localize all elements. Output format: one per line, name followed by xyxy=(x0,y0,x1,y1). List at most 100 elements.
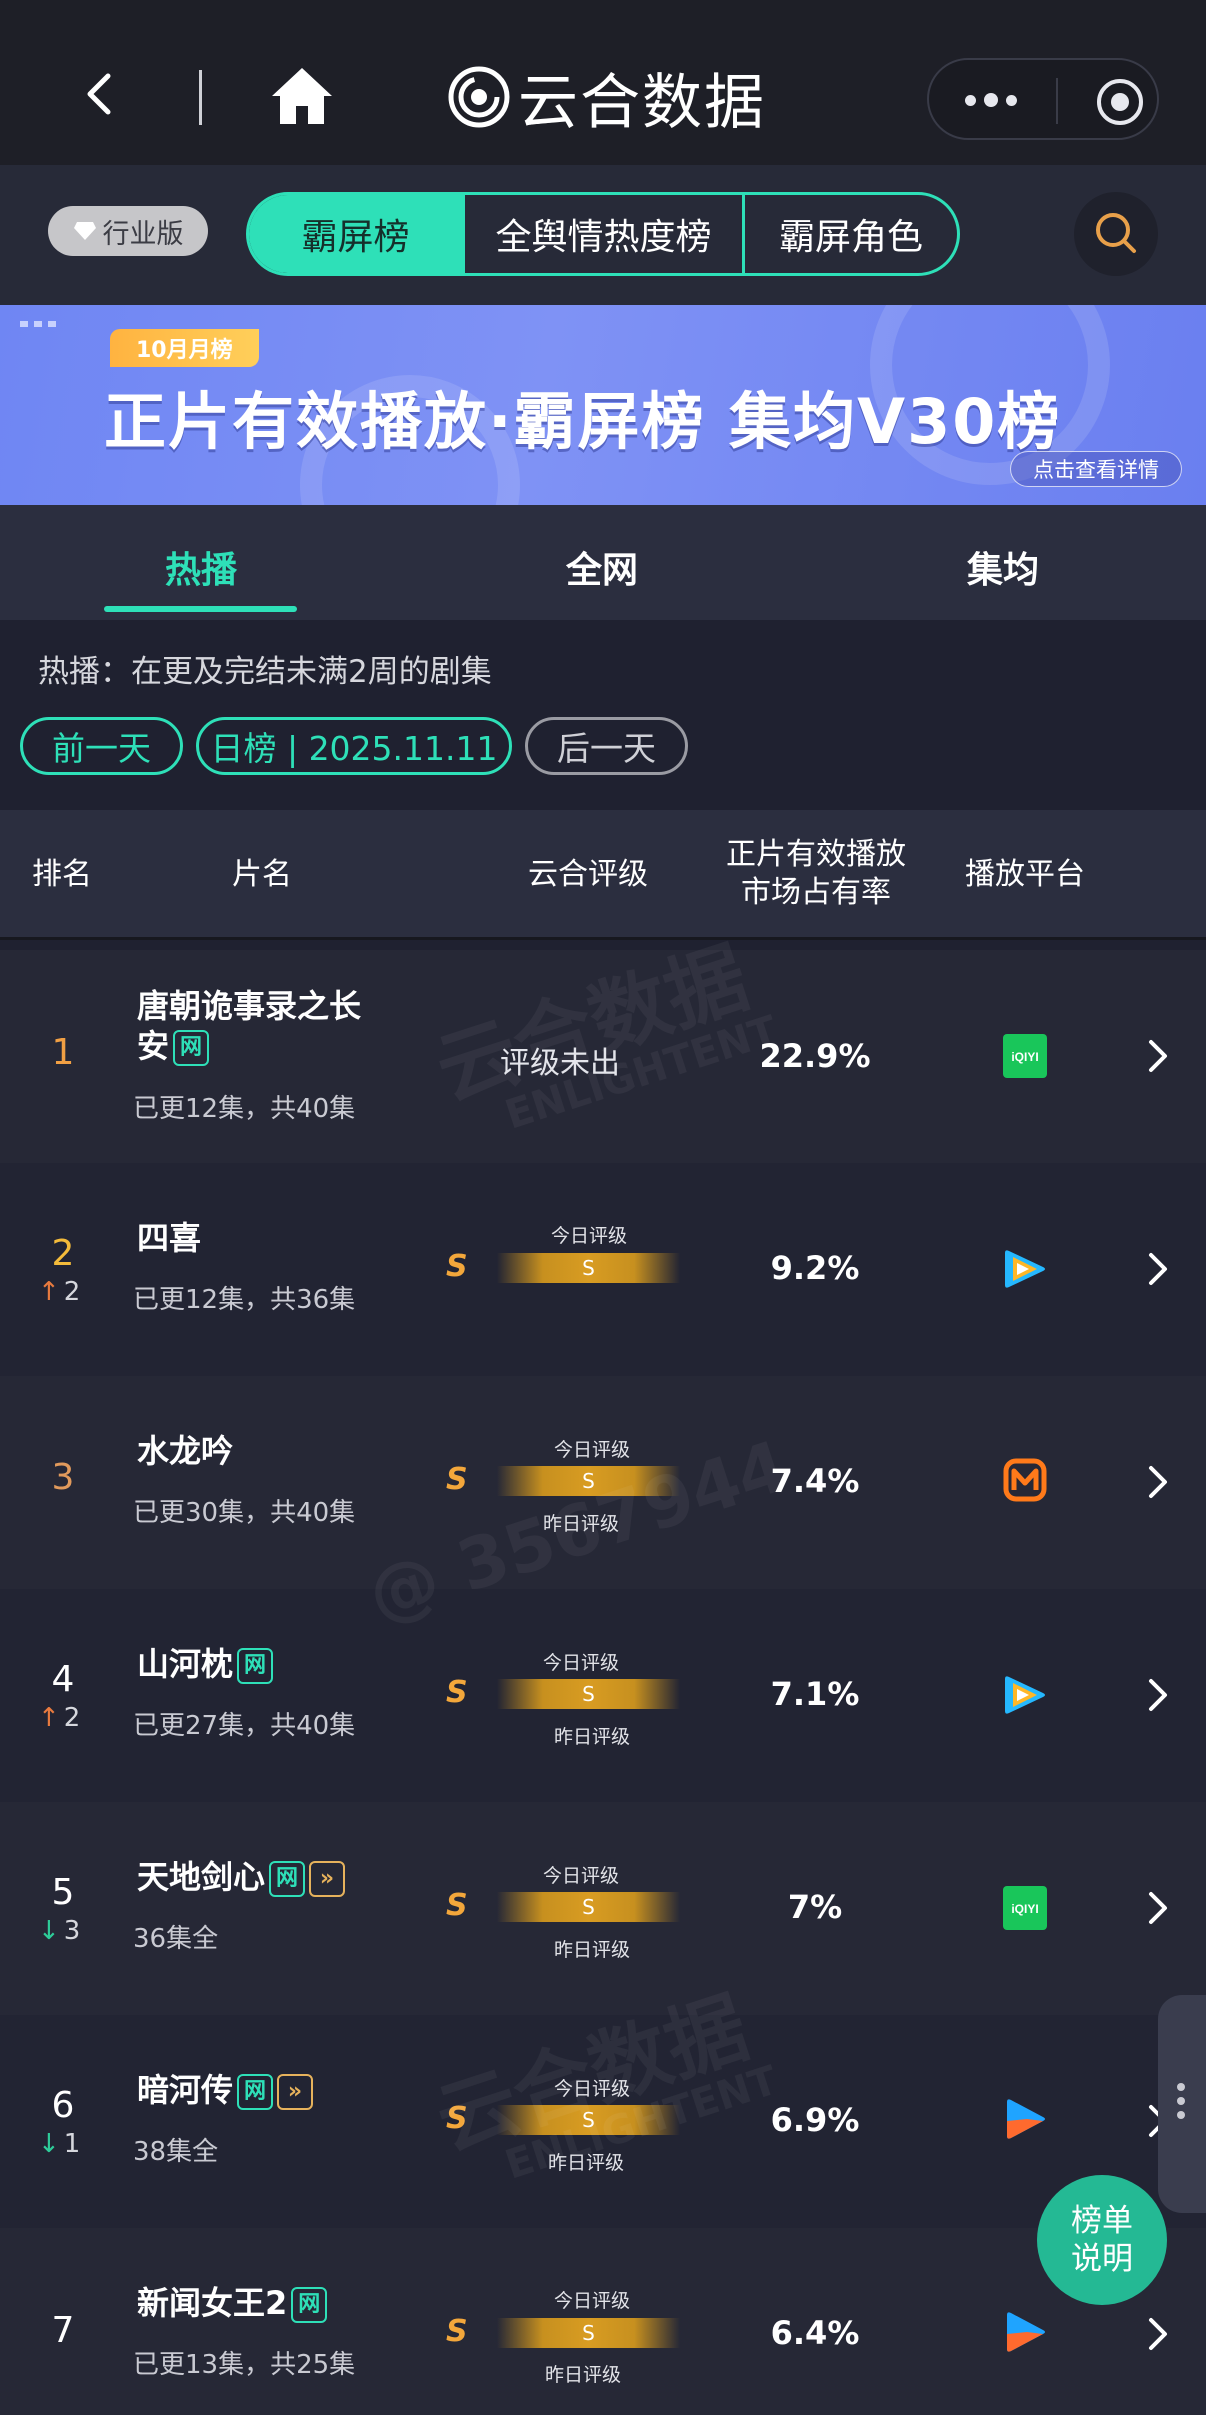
rating-bar: S xyxy=(497,1892,680,1922)
show-title-text: 暗河传 xyxy=(137,2071,234,2109)
app-brand: 云合数据 xyxy=(448,62,766,138)
table-row[interactable]: 7 新闻女王2 网 已更13集，共25集 S 今日评级 S 昨日评级 6.4% xyxy=(0,2228,1206,2415)
header-share-line2: 市场占有率 xyxy=(741,875,891,910)
segment-baping-role[interactable]: 霸屏角色 xyxy=(745,195,957,273)
rating-grade: S xyxy=(446,2314,468,2349)
chevron-right-icon[interactable] xyxy=(1147,1677,1169,1713)
fab-line1: 榜单 xyxy=(1071,2203,1133,2239)
market-share: 6.4% xyxy=(770,2314,860,2352)
table-row[interactable]: 5 ↓ 3 天地剑心网» 36集全 S 今日评级 S 昨日评级 7% iQIYI xyxy=(0,1802,1206,2015)
app-name: 云合数据 xyxy=(518,67,766,138)
fast-forward-icon: » xyxy=(309,1861,346,1897)
rank-trend: ↑ 2 xyxy=(38,1277,80,1307)
table-row[interactable]: 2 ↑ 2 四喜 已更12集，共36集 S 今日评级 S 9.2% xyxy=(0,1163,1206,1376)
today-rating-label: 今日评级 xyxy=(553,1439,630,1461)
chevron-left-icon[interactable] xyxy=(78,70,126,118)
show-title: 天地剑心网» xyxy=(137,1857,346,1897)
show-title: 山河枕网 xyxy=(137,1644,274,1684)
table-row[interactable]: 1 唐朝诡事录之长 安网 已更12集，共40集 评级未出 22.9% iQIYI xyxy=(0,950,1206,1163)
today-rating-label: 今日评级 xyxy=(542,1652,619,1674)
mango-tv-icon xyxy=(1003,1458,1047,1502)
segment-sentiment-heat[interactable]: 全舆情热度榜 xyxy=(465,195,745,273)
web-drama-tag: 网 xyxy=(291,2287,328,2323)
chevron-right-icon[interactable] xyxy=(1147,1251,1169,1287)
header-platform: 播放平台 xyxy=(965,857,1085,892)
table-row[interactable]: 6 ↓ 1 暗河传网» 38集全 S 今日评级 S 昨日评级 6.9% xyxy=(0,2015,1206,2228)
rating-grade: S xyxy=(446,1675,468,1710)
target-icon[interactable] xyxy=(1096,78,1144,126)
svg-text:iQIYI: iQIYI xyxy=(1011,1902,1038,1916)
rating-bar-mark: S xyxy=(582,1895,595,1919)
table-row[interactable]: 4 ↑ 2 山河枕网 已更27集，共40集 S 今日评级 S 昨日评级 7.1% xyxy=(0,1589,1206,1802)
rating-bar-mark: S xyxy=(582,1682,595,1706)
episode-info: 36集全 xyxy=(133,1924,219,1954)
rating-grade: S xyxy=(446,1888,468,1923)
fab-line2: 说明 xyxy=(1071,2241,1133,2277)
banner-detail-button[interactable]: 点击查看详情 xyxy=(1010,451,1182,487)
side-drawer-handle[interactable] xyxy=(1158,1995,1206,2213)
date-selector[interactable]: 日榜 | 2025.11.11 xyxy=(196,717,512,775)
web-drama-tag: 网 xyxy=(237,1648,274,1684)
industry-edition-badge[interactable]: 行业版 xyxy=(48,206,208,256)
capsule-divider xyxy=(1056,78,1058,124)
segment-baping[interactable]: 霸屏榜 xyxy=(249,195,465,273)
show-title: 水龙吟 xyxy=(137,1432,234,1470)
arrow-up-icon: ↑ xyxy=(38,1703,60,1733)
rank-trend: ↓ 3 xyxy=(38,1916,80,1946)
show-title-line2-text: 安 xyxy=(137,1027,170,1065)
chevron-right-icon[interactable] xyxy=(1147,1890,1169,1926)
rating-bar-mark: S xyxy=(582,1469,595,1493)
next-day-button[interactable]: 后一天 xyxy=(525,717,688,775)
table-header: 排名 片名 云合评级 正片有效播放 市场占有率 播放平台 xyxy=(0,810,1206,940)
show-title-line2: 安网 xyxy=(137,1026,361,1066)
list-description: 热播：在更及完结未满2周的剧集 xyxy=(38,654,492,690)
prev-day-button[interactable]: 前一天 xyxy=(20,717,183,775)
tab-hot[interactable]: 热播 xyxy=(165,541,237,593)
rating-grade: S xyxy=(446,1249,468,1284)
tencent-video-icon xyxy=(1005,1250,1045,1288)
show-title-text: 新闻女王2 xyxy=(137,2284,288,2322)
header-market-share: 正片有效播放 市场占有率 xyxy=(716,836,916,912)
web-drama-tag: 网 xyxy=(237,2074,274,2110)
rating-text: 评级未出 xyxy=(500,1046,620,1081)
home-icon[interactable] xyxy=(270,66,334,126)
header-rating: 云合评级 xyxy=(528,857,648,892)
iqiyi-icon: iQIYI xyxy=(1003,1034,1047,1078)
yesterday-rating-label: 昨日评级 xyxy=(547,2152,624,2174)
tab-episode-average[interactable]: 集均 xyxy=(967,541,1039,593)
header-share-line1: 正片有效播放 xyxy=(726,837,906,872)
show-title: 唐朝诡事录之长 安网 xyxy=(137,986,361,1066)
rank-number: 2 xyxy=(51,1233,75,1274)
trend-value: 2 xyxy=(63,1703,81,1733)
rating-bar-mark: S xyxy=(582,1256,595,1280)
ranking-explanation-button[interactable]: 榜单 说明 xyxy=(1037,2175,1167,2305)
show-title-text: 山河枕 xyxy=(137,1645,234,1683)
more-dots-icon[interactable] xyxy=(965,93,1017,107)
industry-badge-label: 行业版 xyxy=(102,218,184,250)
svg-text:iQIYI: iQIYI xyxy=(1011,1050,1038,1064)
tab-all-network[interactable]: 全网 xyxy=(566,541,638,593)
arrow-down-icon: ↓ xyxy=(38,1916,60,1946)
arrow-down-icon: ↓ xyxy=(38,2129,60,2159)
iqiyi-icon: iQIYI xyxy=(1003,1886,1047,1930)
market-share: 22.9% xyxy=(759,1037,871,1075)
market-share: 7% xyxy=(787,1888,843,1926)
rank-number: 4 xyxy=(51,1659,75,1700)
chevron-right-icon[interactable] xyxy=(1147,1038,1169,1074)
chevron-right-icon[interactable] xyxy=(1147,2316,1169,2352)
active-tab-indicator xyxy=(104,606,297,612)
rank-number: 5 xyxy=(51,1872,75,1913)
yesterday-rating-label: 昨日评级 xyxy=(553,1939,630,1961)
today-rating-label: 今日评级 xyxy=(542,1865,619,1887)
today-rating-label: 今日评级 xyxy=(553,2290,630,2312)
search-button[interactable] xyxy=(1074,192,1158,276)
tencent-video-icon xyxy=(1005,1676,1045,1714)
search-icon xyxy=(1096,213,1136,253)
table-row[interactable]: 3 水龙吟 已更30集，共40集 S 今日评级 S 昨日评级 7.4% xyxy=(0,1376,1206,1589)
promo-banner[interactable]: 10月月榜 正片有效播放·霸屏榜 集均V30榜 点击查看详情 xyxy=(0,305,1206,505)
trend-value: 3 xyxy=(63,1916,81,1946)
market-share: 7.4% xyxy=(770,1462,860,1500)
fast-forward-icon: » xyxy=(277,2074,314,2110)
chevron-right-icon[interactable] xyxy=(1147,1464,1169,1500)
rating-grade: S xyxy=(446,2101,468,2136)
